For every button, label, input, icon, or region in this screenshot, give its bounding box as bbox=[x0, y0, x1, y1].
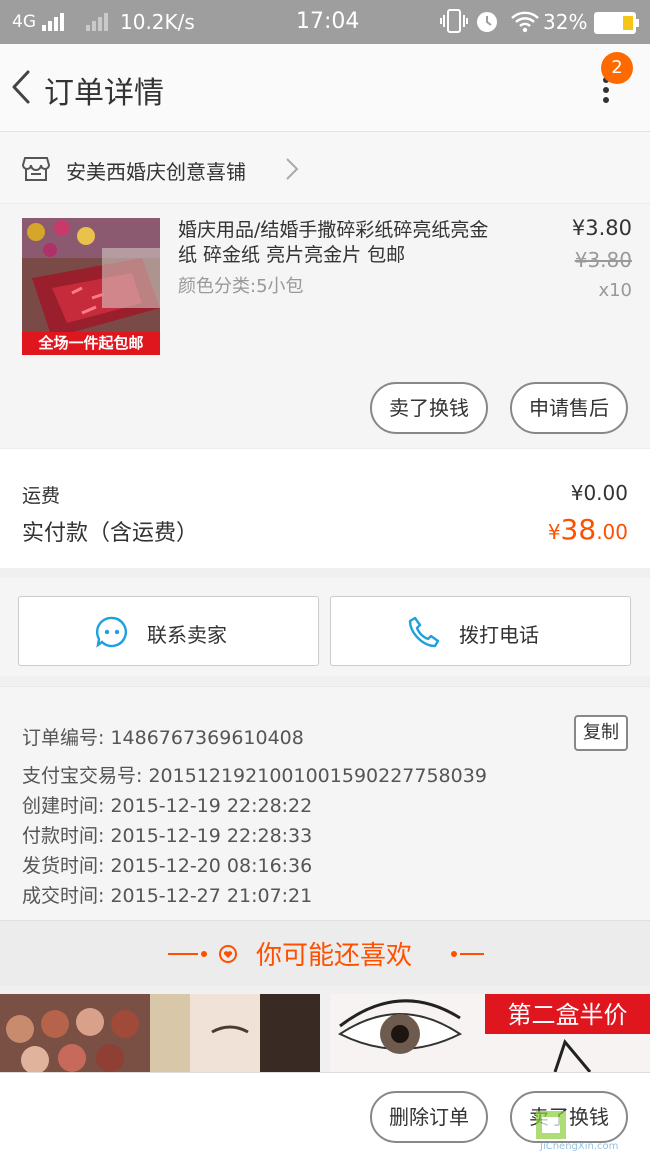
chevron-right-icon bbox=[286, 158, 299, 180]
promo-text: 第二盒半价 bbox=[507, 1001, 628, 1029]
product-card[interactable]: 全场一件起包邮 婚庆用品/结婚手撒碎彩纸碎亮纸亮金纸 碎金纸 亮片亮金片 包邮 … bbox=[0, 204, 650, 448]
title-bar: 订单详情 bbox=[0, 44, 650, 132]
shipping-value: ¥0.00 bbox=[570, 481, 628, 505]
after-sale-button[interactable]: 申请售后 bbox=[510, 382, 628, 434]
contact-section: 联系卖家 拨打电话 bbox=[0, 578, 650, 676]
order-totals: 运费 ¥0.00 实付款（含运费） ¥38.00 bbox=[0, 448, 650, 568]
product-title[interactable]: 婚庆用品/结婚手撒碎彩纸碎亮纸亮金纸 碎金纸 亮片亮金片 包邮 bbox=[178, 218, 496, 268]
alipay-trade-number: 支付宝交易号: 2015121921001001590227758039 bbox=[22, 765, 487, 787]
battery-icon bbox=[594, 12, 640, 39]
paid-time: 付款时间: 2015-12-19 22:28:33 bbox=[22, 825, 313, 847]
signal-icon bbox=[42, 10, 64, 34]
recommend-title: 你可能还喜欢 bbox=[256, 941, 413, 971]
divider-right-icon bbox=[451, 951, 484, 957]
chevron-left-icon bbox=[12, 70, 30, 104]
contact-seller-button[interactable]: 联系卖家 bbox=[18, 596, 319, 666]
divider-left-icon bbox=[168, 945, 237, 963]
product-image-caption: 全场一件起包邮 bbox=[38, 334, 144, 352]
product-original-price: ¥3.80 bbox=[574, 248, 632, 272]
resell-button[interactable]: 卖了换钱 bbox=[370, 382, 488, 434]
created-time: 创建时间: 2015-12-19 22:28:22 bbox=[22, 795, 313, 817]
shipping-label: 运费 bbox=[22, 485, 61, 507]
product-price: ¥3.80 bbox=[571, 216, 632, 240]
shipped-time: 发货时间: 2015-12-20 08:16:36 bbox=[22, 855, 313, 877]
recommend-grid: 第二盒半价 bbox=[0, 994, 650, 1072]
recommend-item-eyeshadow[interactable] bbox=[0, 994, 320, 1072]
shop-icon bbox=[22, 157, 50, 181]
paid-decimal: .00 bbox=[596, 520, 628, 544]
call-phone-label: 拨打电话 bbox=[459, 623, 539, 647]
call-phone-button[interactable]: 拨打电话 bbox=[330, 596, 631, 666]
completed-time: 成交时间: 2015-12-27 21:07:21 bbox=[22, 885, 313, 907]
product-quantity: x10 bbox=[598, 280, 632, 301]
wifi-icon bbox=[510, 8, 540, 39]
contact-seller-label: 联系卖家 bbox=[147, 623, 227, 647]
product-sku: 颜色分类:5小包 bbox=[178, 276, 304, 297]
paid-label: 实付款（含运费） bbox=[22, 521, 199, 546]
paid-integer: 38 bbox=[560, 513, 597, 546]
watermark: JiChengXin.com bbox=[534, 1109, 644, 1152]
notification-badge: 2 bbox=[601, 52, 633, 84]
watermark-text: JiChengXin.com bbox=[540, 1141, 619, 1152]
alarm-icon bbox=[474, 8, 500, 39]
order-number[interactable]: 订单编号: 1486767369610408 bbox=[22, 723, 304, 750]
status-bar: 4G 10.2K/s 17:04 32% bbox=[0, 0, 650, 44]
battery-percent: 32% bbox=[543, 10, 588, 34]
recommend-header: 你可能还喜欢 bbox=[0, 920, 650, 986]
shop-name: 安美西婚庆创意喜铺 bbox=[66, 160, 246, 184]
phone-icon bbox=[408, 616, 440, 648]
clock: 17:04 bbox=[296, 9, 360, 34]
signal-2-icon bbox=[86, 10, 108, 34]
page-title: 订单详情 bbox=[44, 76, 164, 111]
back-button[interactable] bbox=[4, 64, 44, 110]
chat-bubble-icon bbox=[95, 616, 127, 648]
network-type: 4G bbox=[12, 12, 36, 32]
order-info: 订单编号: 1486767369610408 复制 支付宝交易号: 201512… bbox=[0, 686, 650, 920]
vibrate-icon bbox=[440, 8, 468, 39]
copy-button[interactable]: 复制 bbox=[574, 715, 628, 751]
paid-amount: ¥38.00 bbox=[548, 513, 628, 546]
bottom-action-bar: 删除订单 卖了换钱 JiChengXin.com bbox=[0, 1072, 650, 1155]
paid-currency: ¥ bbox=[547, 520, 561, 544]
product-image[interactable]: 全场一件起包邮 bbox=[22, 218, 160, 355]
delete-order-button[interactable]: 删除订单 bbox=[370, 1091, 488, 1143]
recommend-item-lenses[interactable]: 第二盒半价 bbox=[330, 994, 650, 1072]
watermark-logo-icon bbox=[536, 1111, 566, 1139]
network-speed: 10.2K/s bbox=[120, 10, 195, 34]
shop-row[interactable]: 安美西婚庆创意喜铺 bbox=[0, 132, 650, 204]
